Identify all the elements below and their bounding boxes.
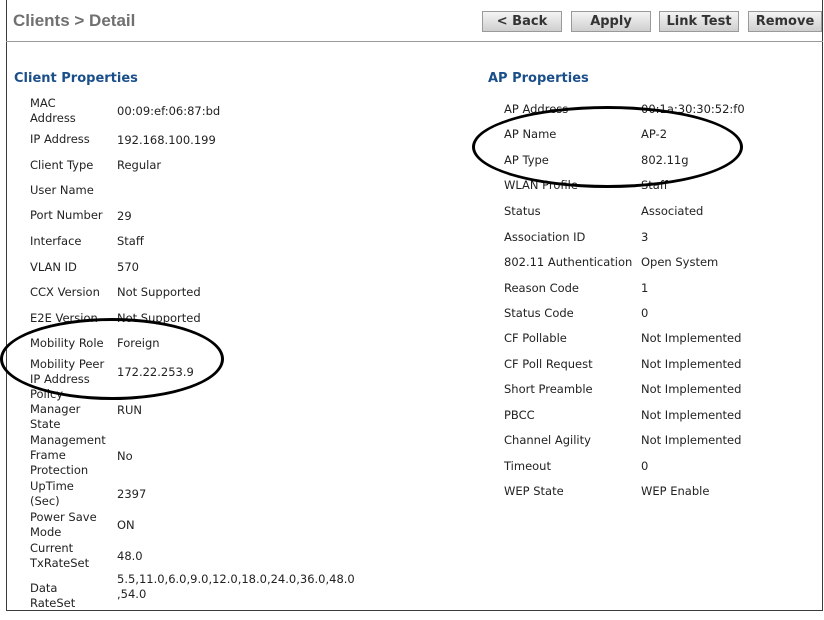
mobility-peer-ip-value: 172.22.253.9 xyxy=(117,365,194,379)
association-id-value: 3 xyxy=(641,230,649,244)
short-preamble-value: Not Implemented xyxy=(641,382,742,396)
channel-agility-value: Not Implemented xyxy=(641,433,742,447)
port-number-label: Port Number xyxy=(30,208,103,222)
cf-poll-request-value: Not Implemented xyxy=(641,357,742,371)
mobility-role-value: Foreign xyxy=(117,336,160,350)
ccx-version-label: CCX Version xyxy=(30,285,100,299)
current-txrateset-value: 48.0 xyxy=(117,549,143,563)
vlan-id-value: 570 xyxy=(117,260,139,274)
cf-pollable-label: CF Pollable xyxy=(504,331,567,345)
ap-name-label: AP Name xyxy=(504,127,557,141)
ap-properties-title: AP Properties xyxy=(488,71,589,86)
port-number-value: 29 xyxy=(117,209,132,223)
ap-address-value: 00:1a:30:30:52:f0 xyxy=(641,102,745,116)
status-code-label: Status Code xyxy=(504,306,574,320)
link-test-button[interactable]: Link Test xyxy=(659,11,739,32)
ap-type-label: AP Type xyxy=(504,153,549,167)
back-button[interactable]: < Back xyxy=(482,11,562,32)
status-label: Status xyxy=(504,204,541,218)
status-code-value: 0 xyxy=(641,306,649,320)
pbcc-value: Not Implemented xyxy=(641,408,742,422)
timeout-label: Timeout xyxy=(504,459,551,473)
client-type-value: Regular xyxy=(117,158,162,172)
client-type-label: Client Type xyxy=(30,158,94,172)
association-id-label: Association ID xyxy=(504,230,586,244)
short-preamble-label: Short Preamble xyxy=(504,382,593,396)
client-ip-address-label: IP Address xyxy=(30,132,90,146)
status-value: Associated xyxy=(641,204,704,218)
apply-button[interactable]: Apply xyxy=(571,11,651,32)
remove-button[interactable]: Remove xyxy=(748,11,822,32)
uptime-value: 2397 xyxy=(117,487,147,501)
vlan-id-label: VLAN ID xyxy=(30,260,77,274)
management-frame-protection-value: No xyxy=(117,449,133,463)
mobility-role-label: Mobility Role xyxy=(30,336,104,350)
cf-pollable-value: Not Implemented xyxy=(641,331,742,345)
wep-state-value: WEP Enable xyxy=(641,484,710,498)
management-frame-protection-label: Management Frame Protection xyxy=(30,433,106,477)
ap-name-value: AP-2 xyxy=(641,127,668,141)
user-name-label: User Name xyxy=(30,183,94,197)
toolbar: < Back Apply Link Test Remove xyxy=(0,11,824,33)
interface-value: Staff xyxy=(117,234,144,248)
cf-poll-request-label: CF Poll Request xyxy=(504,357,593,371)
power-save-mode-label: Power Save Mode xyxy=(30,510,97,539)
ccx-version-value: Not Supported xyxy=(117,285,201,299)
authentication-label: 802.11 Authentication xyxy=(504,255,633,269)
ap-type-value: 802.11g xyxy=(641,153,689,167)
timeout-value: 0 xyxy=(641,459,649,473)
policy-manager-state-label: Policy Manager State xyxy=(30,387,81,431)
pbcc-label: PBCC xyxy=(504,408,535,422)
interface-label: Interface xyxy=(30,234,82,248)
e2e-version-value: Not Supported xyxy=(117,311,201,325)
reason-code-label: Reason Code xyxy=(504,281,580,295)
power-save-mode-value: ON xyxy=(117,518,135,532)
wlan-profile-value: Staff xyxy=(641,178,668,192)
client-mac-address-value: 00:09:ef:06:87:bd xyxy=(117,104,221,118)
client-properties-title: Client Properties xyxy=(14,71,138,86)
reason-code-value: 1 xyxy=(641,281,649,295)
wep-state-label: WEP State xyxy=(504,484,564,498)
policy-manager-state-value: RUN xyxy=(117,403,143,417)
data-rateset-label: Data RateSet xyxy=(30,581,76,610)
client-mac-address-label: MAC Address xyxy=(30,96,76,125)
mobility-peer-ip-label: Mobility Peer IP Address xyxy=(30,357,105,386)
data-rateset-value: 5.5,11.0,6.0,9.0,12.0,18.0,24.0,36.0,48.… xyxy=(117,572,355,601)
ap-address-label: AP Address xyxy=(504,102,569,116)
current-txrateset-label: Current TxRateSet xyxy=(30,541,90,570)
wlan-profile-label: WLAN Profile xyxy=(504,178,578,192)
uptime-label: UpTime (Sec) xyxy=(30,479,74,508)
channel-agility-label: Channel Agility xyxy=(504,433,591,447)
e2e-version-label: E2E Version xyxy=(30,311,98,325)
authentication-value: Open System xyxy=(641,255,719,269)
header-divider xyxy=(6,41,823,42)
client-ip-address-value: 192.168.100.199 xyxy=(117,133,216,147)
